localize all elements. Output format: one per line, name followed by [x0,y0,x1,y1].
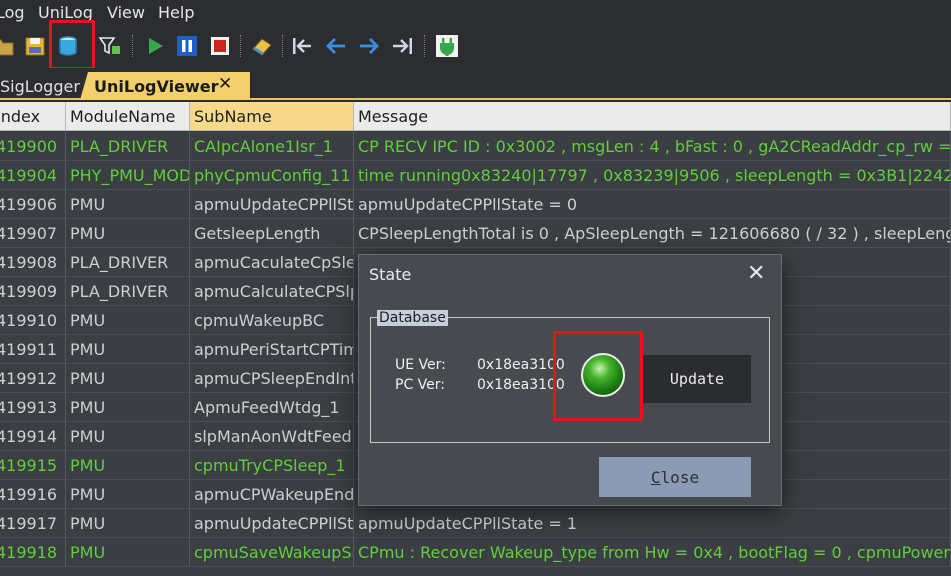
tab-close-icon[interactable]: ✕ [218,74,232,94]
filter-icon[interactable] [96,33,122,59]
cell-subname: apmuUpdateCPPllState [190,190,354,219]
cell-index: 419907 [0,219,66,248]
cell-subname: GetsleepLength [190,219,354,248]
plug-icon[interactable] [434,33,460,59]
column-header-message[interactable]: Message [354,102,951,131]
cell-subname: apmuCalculateCPSlp [190,277,354,306]
cell-subname: cpmuWakeupBC [190,306,354,335]
state-dialog: State ✕ Database UE Ver: 0x18ea3100 PC V… [358,254,782,506]
toolbar-grip[interactable] [240,35,243,57]
menu-help[interactable]: Help [158,3,194,22]
table-row[interactable]: 419918 PMU cpmuSaveWakeupSrc CPmu : Recover… [0,538,951,567]
cell-modulename: PMU [66,509,190,538]
cell-index: 419914 [0,422,66,451]
database-group-label: Database [377,310,448,326]
open-folder-icon[interactable] [0,33,16,59]
pc-version-value: 0x18ea3100 [477,377,565,393]
ue-version-label: UE Ver: [395,357,446,373]
clear-icon[interactable] [249,33,275,59]
menu-bar: Log UniLog View Help [0,0,951,26]
close-button-label: Close [650,467,700,487]
toolbar-grip[interactable] [282,35,285,57]
stop-icon[interactable] [207,33,233,59]
column-header-index[interactable]: Index [0,102,66,131]
column-header-modulename[interactable]: ModuleName [66,102,190,131]
update-button[interactable]: Update [643,355,751,403]
cell-modulename: PMU [66,364,190,393]
play-icon[interactable] [142,33,168,59]
status-indicator-highlight [553,331,643,421]
cell-subname: apmuPeriStartCPTimer [190,335,354,364]
dialog-title: State [369,265,412,284]
tab-siglogger[interactable]: SigLogger [0,72,80,100]
cell-subname: ApmuFeedWtdg_1 [190,393,354,422]
menu-view[interactable]: View [107,3,145,22]
previous-icon[interactable] [323,33,349,59]
cell-message: CPSleepLengthTotal is 0 , ApSleepLength … [354,219,951,248]
pc-version-label: PC Ver: [395,377,445,393]
cell-subname: phyCpmuConfig_11 [190,161,354,190]
cell-index: 419904 [0,161,66,190]
cell-index: 419917 [0,509,66,538]
cell-index: 419910 [0,306,66,335]
cell-modulename: PMU [66,219,190,248]
cell-message: time running0x83240|17797 , 0x83239|9506… [354,161,951,190]
cell-modulename: PMU [66,393,190,422]
cell-subname: apmuCaculateCpSleepTime [190,248,354,277]
cell-modulename: PMU [66,335,190,364]
cell-modulename: PMU [66,190,190,219]
last-icon[interactable] [389,33,415,59]
cell-index: 419918 [0,538,66,567]
cell-subname: CAIpcAlone1Isr_1 [190,132,354,161]
cell-subname: cpmuSaveWakeupSrc [190,538,354,567]
cell-index: 419911 [0,335,66,364]
cell-index: 419909 [0,277,66,306]
cell-subname: apmuCPSleepEndIntHandler [190,364,354,393]
ue-version-value: 0x18ea3100 [477,357,565,373]
database-button-highlight [49,20,95,70]
next-icon[interactable] [356,33,382,59]
cell-index: 419915 [0,451,66,480]
toolbar [0,20,951,70]
cell-message: apmuUpdateCPPllState = 1 [354,509,951,538]
cell-index: 419913 [0,393,66,422]
cell-index: 419900 [0,132,66,161]
save-icon[interactable] [22,33,48,59]
cell-subname: apmuUpdateCPPllState [190,509,354,538]
cell-modulename: PMU [66,422,190,451]
cell-modulename: PMU [66,480,190,509]
cell-message: CPmu : Recover Wakeup_type from Hw = 0x4… [354,538,951,567]
tab-unilogviewer-label: UniLogViewer [94,76,219,96]
toolbar-grip[interactable] [424,35,427,57]
cell-index: 419906 [0,190,66,219]
cell-modulename: PLA_DRIVER [66,277,190,306]
cell-subname: apmuCPWakeupEndIntHandler [190,480,354,509]
table-row[interactable]: 419907 PMU GetsleepLength CPSleepLengthTota… [0,219,951,248]
first-icon[interactable] [290,33,316,59]
cell-modulename: PLA_DRIVER [66,132,190,161]
cell-index: 419916 [0,480,66,509]
cell-modulename: PMU [66,538,190,567]
table-row[interactable]: 419904 PHY_PMU_MOD phyCpmuConfig_11 time ru… [0,161,951,190]
toolbar-grip[interactable] [132,35,135,57]
cell-modulename: PLA_DRIVER [66,248,190,277]
tab-bar: SigLogger UniLogViewer ✕ [0,68,951,100]
cell-subname: slpManAonWdtFeed [190,422,354,451]
table-row[interactable]: 419900 PLA_DRIVER CAIpcAlone1Isr_1 CP RECV … [0,132,951,161]
table-row[interactable]: 419906PMUapmuUpdateCPPllStateapmuUpdateC… [0,190,951,219]
cell-index: 419908 [0,248,66,277]
cell-modulename: PMU [66,451,190,480]
cell-subname: cpmuTryCPSleep_1 [190,451,354,480]
menu-log[interactable]: Log [0,3,25,22]
pause-icon[interactable] [174,33,200,59]
cell-message: CP RECV IPC ID : 0x3002 , msgLen : 4 , b… [354,132,951,161]
column-header-subname[interactable]: SubName [190,102,354,131]
cell-modulename: PMU [66,306,190,335]
cell-message: apmuUpdateCPPllState = 0 [354,190,951,219]
close-button[interactable]: Close [599,457,751,497]
cell-modulename: PHY_PMU_MOD [66,161,190,190]
table-row[interactable]: 419917PMUapmuUpdateCPPllStateapmuUpdateC… [0,509,951,538]
dialog-close-icon[interactable]: ✕ [747,261,765,286]
cell-index: 419912 [0,364,66,393]
